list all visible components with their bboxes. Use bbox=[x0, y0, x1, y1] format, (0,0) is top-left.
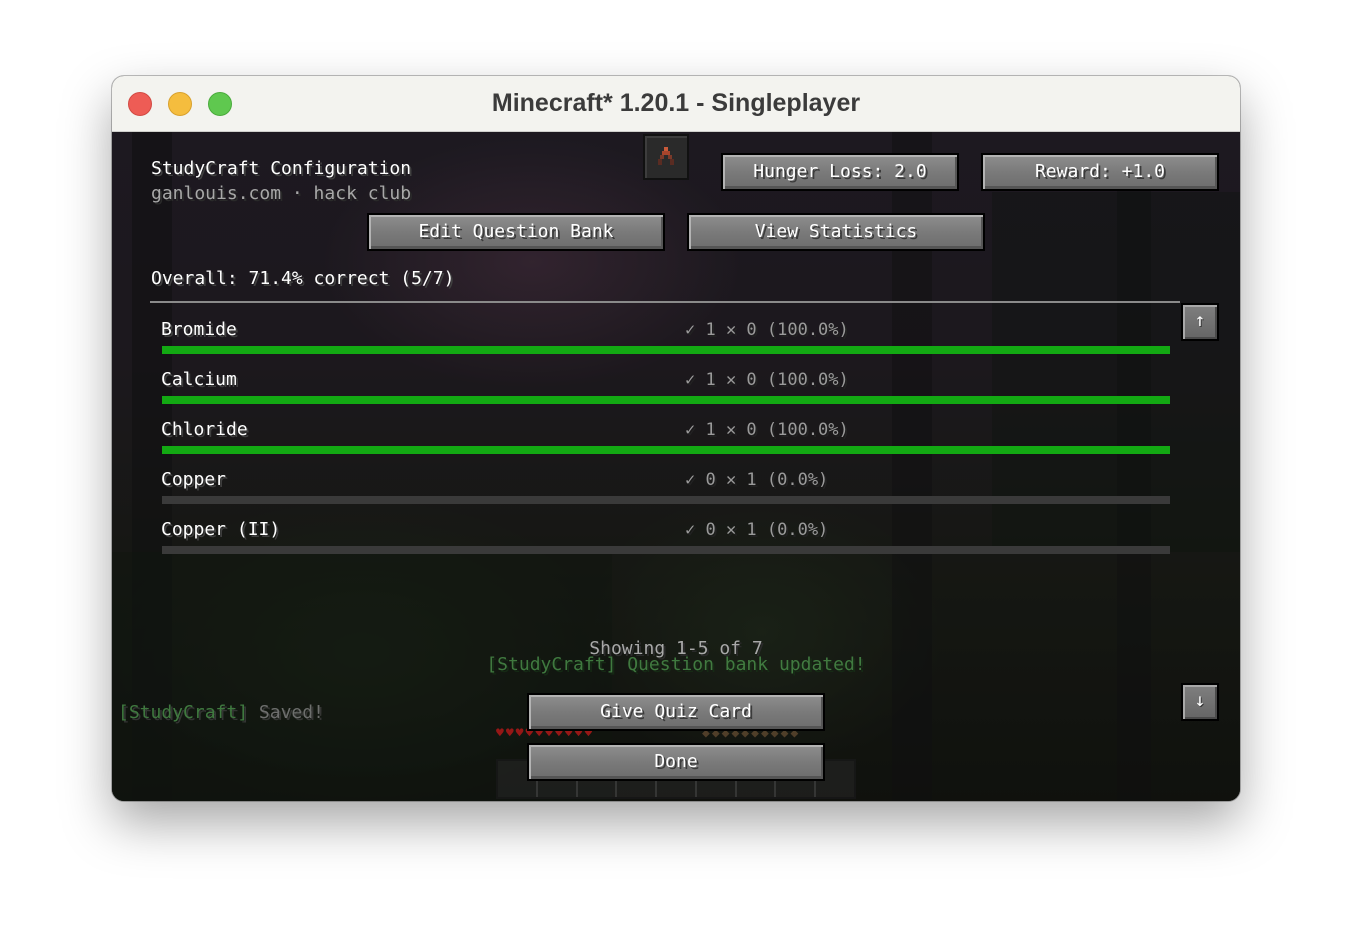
stat-row-name: Calcium bbox=[161, 369, 237, 390]
title-bar: Minecraft* 1.20.1 - Singleplayer bbox=[112, 76, 1240, 132]
stat-row-progress-bar bbox=[162, 546, 1170, 554]
config-screen: StudyCraft Configuration ganlouis.com · … bbox=[112, 132, 1240, 801]
stat-row-counts: ✓ 1 ✕ 0 (100.0%) bbox=[685, 320, 849, 340]
stat-row-counts: ✓ 0 ✕ 1 (0.0%) bbox=[685, 470, 829, 490]
overall-score: Overall: 71.4% correct (5/7) bbox=[151, 268, 455, 289]
stat-row-progress-fill bbox=[162, 446, 1170, 454]
stat-row-progress-bar bbox=[162, 496, 1170, 504]
chat-prefix: [StudyCraft] bbox=[118, 702, 249, 723]
stat-row-counts: ✓ 1 ✕ 0 (100.0%) bbox=[685, 420, 849, 440]
hunger-loss-button[interactable]: Hunger Loss: 2.0 bbox=[721, 153, 959, 191]
item-preview-slot bbox=[643, 134, 689, 180]
stat-row-counts: ✓ 0 ✕ 1 (0.0%) bbox=[685, 520, 829, 540]
reward-button[interactable]: Reward: +1.0 bbox=[981, 153, 1219, 191]
quiz-card-item-icon bbox=[658, 147, 674, 165]
stat-row-progress-fill bbox=[162, 396, 1170, 404]
window-title: Minecraft* 1.20.1 - Singleplayer bbox=[491, 89, 861, 117]
chat-message: [StudyCraft] Question bank updated! bbox=[486, 654, 866, 675]
stat-row-name: Copper bbox=[161, 469, 227, 490]
stat-row-progress-bar bbox=[162, 396, 1170, 404]
view-statistics-button[interactable]: View Statistics bbox=[687, 213, 985, 251]
stat-row-counts: ✓ 1 ✕ 0 (100.0%) bbox=[685, 370, 849, 390]
app-window: Minecraft* 1.20.1 - Singleplayer ♥♥♥♥♥♥♥… bbox=[112, 76, 1240, 801]
game-viewport: ♥♥♥♥♥♥♥♥♥♥ ◆◆◆◆◆◆◆◆◆◆ StudyCraft Configu… bbox=[112, 132, 1240, 801]
stat-row-name: Chloride bbox=[161, 419, 248, 440]
give-quiz-card-button[interactable]: Give Quiz Card bbox=[527, 693, 825, 731]
edit-question-bank-button[interactable]: Edit Question Bank bbox=[367, 213, 665, 251]
stat-row-progress-bar bbox=[162, 446, 1170, 454]
stat-row-progress-bar bbox=[162, 346, 1170, 354]
screen-title: StudyCraft Configuration bbox=[151, 158, 412, 179]
scroll-up-button[interactable]: ↑ bbox=[1181, 303, 1219, 341]
screen-subtitle: ganlouis.com · hack club bbox=[151, 183, 412, 204]
stat-row-name: Copper (II) bbox=[161, 519, 281, 540]
chat-message-saved: [StudyCraft] Saved! bbox=[118, 703, 324, 723]
chat-text: Saved! bbox=[258, 702, 324, 723]
list-divider bbox=[150, 301, 1180, 303]
stat-row-name: Bromide bbox=[161, 319, 237, 340]
scroll-down-button[interactable]: ↓ bbox=[1181, 683, 1219, 721]
stat-row-progress-fill bbox=[162, 346, 1170, 354]
done-button[interactable]: Done bbox=[527, 743, 825, 781]
